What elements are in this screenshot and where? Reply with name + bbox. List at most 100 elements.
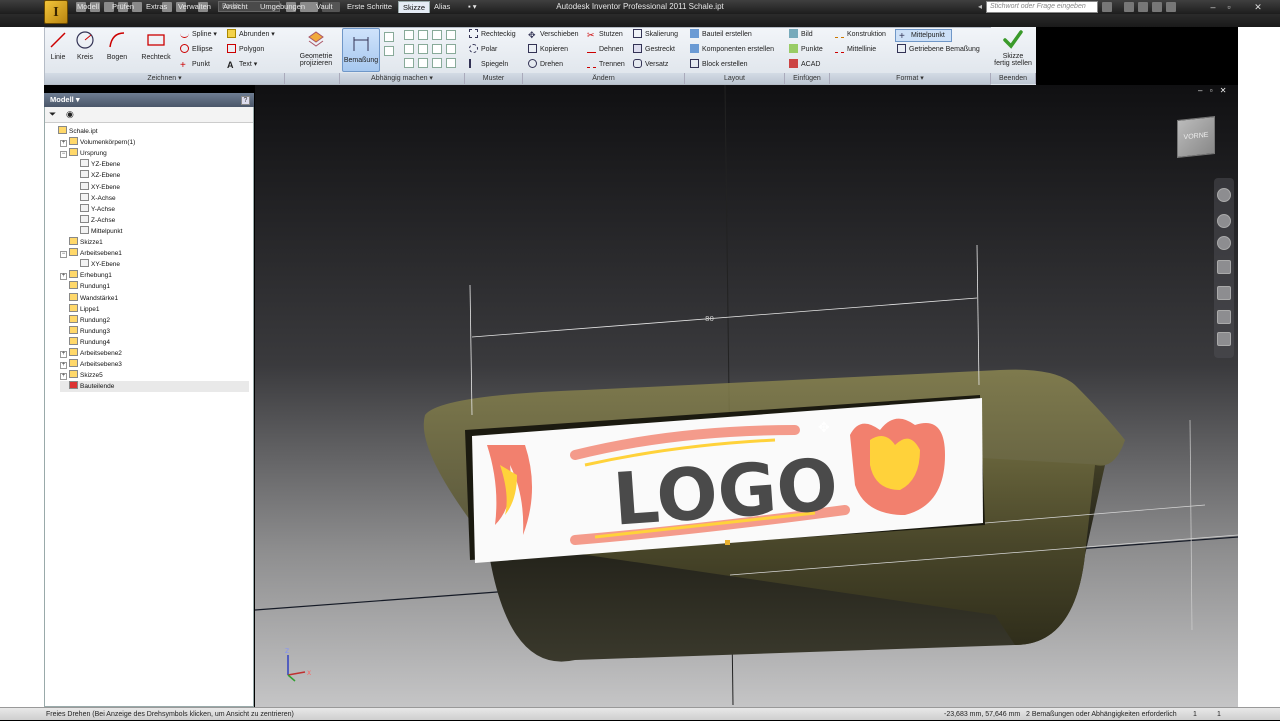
tree-item[interactable]: − Arbeitsebene1 (60, 248, 122, 259)
tree-item[interactable]: Bauteilende (60, 381, 249, 393)
text-button[interactable]: A Text ▾ (227, 59, 257, 71)
concentric-constraint-icon[interactable] (432, 30, 442, 40)
pan-icon[interactable] (1217, 214, 1231, 228)
application-menu-button[interactable]: I (44, 0, 68, 24)
tree-item[interactable]: Rundung1 (60, 281, 110, 292)
browser-title[interactable]: Modell ▾ (50, 95, 80, 104)
tab-umgebungen[interactable]: Umgebungen (256, 1, 309, 13)
format-panel-footer[interactable]: Format ▾ (830, 73, 991, 84)
tab-extras[interactable]: Extras (142, 1, 171, 13)
tree-item[interactable]: Rundung3 (60, 325, 110, 337)
punkt-button[interactable]: + Punkt (180, 59, 210, 71)
horizontal-constraint-icon[interactable] (432, 44, 442, 54)
tree-item[interactable]: Schale.ipt (49, 126, 98, 137)
versatz-button[interactable]: Versatz (633, 59, 668, 71)
tree-item[interactable]: Lippe1 (60, 303, 100, 315)
tree-expander-icon[interactable]: + (60, 362, 67, 370)
polar-button[interactable]: Polar (469, 44, 497, 56)
kopieren-button[interactable]: Kopieren (528, 44, 568, 56)
search-expand-icon[interactable]: ◂ (978, 2, 986, 12)
perpendicular-constraint-icon[interactable] (418, 44, 428, 54)
tree-item[interactable]: XZ-Ebene (71, 170, 120, 181)
gestreckt-button[interactable]: Gestreckt (633, 44, 675, 56)
tree-expander-icon[interactable]: + (60, 373, 67, 381)
tab-pruefen[interactable]: Prüfen (108, 1, 138, 13)
maximize-icon[interactable]: ▫ (1222, 1, 1236, 13)
konstruktion-button[interactable]: Konstruktion (835, 29, 886, 41)
find-icon[interactable]: ◉ (66, 110, 74, 119)
tree-item[interactable]: Skizze1 (60, 237, 103, 248)
tree-item[interactable]: + Arbeitsebene2 (60, 348, 122, 359)
acad-button[interactable]: ACAD (789, 59, 820, 71)
tree-item[interactable]: Z-Achse (71, 214, 115, 226)
dehnen-button[interactable]: Dehnen (587, 44, 624, 56)
tree-expander-icon[interactable]: + (60, 140, 67, 148)
tree-item[interactable]: Wandstärke1 (60, 292, 118, 304)
zoom-window-icon[interactable] (1217, 310, 1231, 324)
tree-expander-icon[interactable]: + (60, 351, 67, 358)
tree-item[interactable]: − Ursprung (60, 148, 107, 159)
tab-modell[interactable]: Modell (73, 1, 103, 13)
sketch-point[interactable] (725, 540, 730, 545)
getriebene-bemassung-button[interactable]: Getriebene Bemaßung (897, 44, 980, 56)
close-icon[interactable]: ✕ (1238, 1, 1278, 13)
tab-skizze[interactable]: Skizze (398, 1, 431, 13)
tree-expander-icon[interactable]: − (60, 251, 67, 259)
linie-button[interactable]: Linie (47, 30, 69, 61)
skalierung-button[interactable]: Skalierung (633, 29, 678, 41)
viewport-scene[interactable]: LOGO 80 ✥ Z X (255, 85, 1238, 707)
ellipse-button[interactable]: Ellipse (180, 44, 213, 56)
tree-item[interactable]: XY-Ebene (71, 181, 120, 193)
spline-button[interactable]: Spline ▾ (180, 29, 217, 41)
vertical-constraint-icon[interactable] (446, 44, 456, 54)
help-icon[interactable] (1166, 2, 1176, 12)
look-at-icon[interactable] (1217, 286, 1231, 300)
dimension-line[interactable] (471, 297, 978, 338)
skizze-fertig-stellen-button[interactable]: Skizze fertig stellen (991, 29, 1035, 67)
auto-dimension-icon[interactable] (384, 32, 394, 42)
stutzen-button[interactable]: ✂ Stutzen (587, 29, 623, 41)
parallel-constraint-icon[interactable] (404, 44, 414, 54)
subscription-icon[interactable] (1124, 2, 1134, 12)
smooth-constraint-icon[interactable] (418, 58, 428, 68)
tree-item[interactable]: + Volumenkörpern(1) (60, 137, 135, 148)
constraint-inference-icon[interactable] (384, 46, 394, 56)
communication-icon[interactable] (1138, 2, 1148, 12)
polygon-button[interactable]: Polygon (227, 44, 264, 56)
browser-help-icon[interactable]: ? (241, 96, 250, 105)
dimension-value[interactable]: 80 (705, 315, 714, 323)
bild-button[interactable]: Bild (789, 29, 813, 41)
equal-constraint-icon[interactable] (446, 58, 456, 68)
mittelpunkt-button[interactable]: + Mittelpunkt (895, 29, 952, 42)
tree-item[interactable]: Y-Achse (71, 203, 115, 215)
zeichnen-panel-footer[interactable]: Zeichnen ▾ (45, 73, 285, 84)
tab-ansicht[interactable]: Ansicht (219, 1, 252, 13)
tree-item[interactable]: Rundung2 (60, 314, 110, 326)
viewport-restore-icon[interactable]: ▫ (1210, 86, 1213, 95)
geometrie-projizieren-button[interactable]: Geometrie projizieren (294, 29, 338, 67)
minimize-icon[interactable]: – (1206, 1, 1220, 13)
spiegeln-button[interactable]: Spiegeln (469, 59, 508, 71)
filter-icon[interactable]: ⏷ (49, 110, 56, 119)
drehen-button[interactable]: Drehen (528, 59, 563, 71)
favorites-icon[interactable] (1152, 2, 1162, 12)
binoculars-icon[interactable] (1102, 2, 1112, 12)
browser-header[interactable]: Modell ▾ (44, 93, 254, 107)
tree-item[interactable]: Rundung4 (60, 336, 110, 348)
tree-expander-icon[interactable]: + (60, 273, 67, 281)
tree-item[interactable]: + Erhebung1 (60, 270, 112, 281)
fix-constraint-icon[interactable] (446, 30, 456, 40)
tab-alias[interactable]: Alias (430, 1, 454, 13)
kreis-button[interactable]: Kreis (74, 30, 96, 61)
trennen-button[interactable]: Trennen (587, 59, 625, 71)
viewport-minimize-icon[interactable]: – (1198, 86, 1202, 95)
collinear-constraint-icon[interactable] (418, 30, 428, 40)
block-erstellen-button[interactable]: Block erstellen (690, 59, 748, 71)
navbar-menu-icon[interactable] (1217, 332, 1231, 346)
tree-item[interactable]: X-Achse (71, 192, 116, 204)
komponenten-erstellen-button[interactable]: Komponenten erstellen (690, 44, 774, 56)
verschieben-button[interactable]: ✥ Verschieben (528, 29, 579, 41)
viewcube[interactable]: VORNE (1177, 116, 1215, 158)
tab-erste-schritte[interactable]: Erste Schritte (343, 1, 396, 13)
bogen-button[interactable]: Bogen (104, 30, 130, 61)
